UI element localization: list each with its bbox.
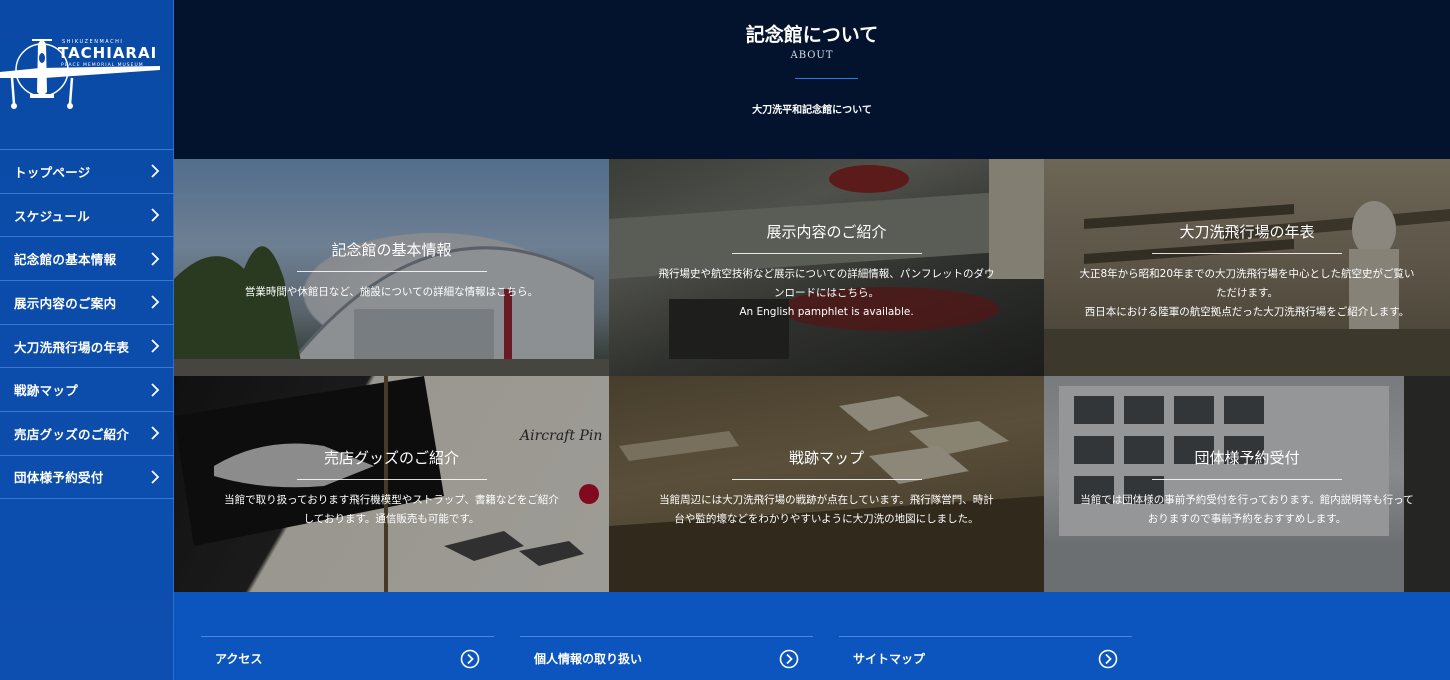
tile-text: 展示内容のご紹介 飛行場史や航空技術など展示についての詳細情報、パンフレットのダ… — [609, 221, 1044, 322]
chevron-right-icon — [151, 252, 160, 266]
tile-title: 団体様予約受付 — [1194, 449, 1300, 467]
tile-shop[interactable]: Aircraft Pin 売店グッズのご紹介 当館で取り扱っております飛行機模型… — [174, 376, 609, 592]
tile-description: 大正8年から昭和20年までの大刀洗飛行場を中心とした航空史がご覧い ただけます。… — [1079, 268, 1415, 318]
circle-arrow-right-icon — [1098, 649, 1118, 668]
circle-arrow-right-icon — [460, 649, 480, 668]
logo-name-text: TACHIARAI — [58, 44, 158, 62]
sidebar-item-label: 戦跡マップ — [14, 383, 79, 399]
tile-description: 営業時間や休館日など、施設についての詳細な情報はこちら。 — [244, 286, 539, 298]
footer-link-label: アクセス — [215, 652, 263, 666]
footer-link-label: 個人情報の取り扱い — [534, 652, 643, 666]
sidebar-item-label: 売店グッズのご紹介 — [14, 426, 130, 442]
tile-divider — [1152, 253, 1342, 254]
tile-description: 当館で取り扱っております飛行機模型やストラップ、書籍などをご紹介 しております。… — [224, 494, 559, 525]
footer-link-label: サイトマップ — [853, 652, 926, 666]
tile-exhibits[interactable]: 展示内容のご紹介 飛行場史や航空技術など展示についての詳細情報、パンフレットのダ… — [609, 159, 1044, 376]
sidebar-nav: トップページ スケジュール 記念館の基本情報 展示内容のご案内 大刀洗飛行場の年… — [0, 149, 174, 499]
tile-group-booking[interactable]: 団体様予約受付 当館では団体様の事前予約受付を行っております。館内説明等も行って… — [1044, 376, 1450, 592]
tile-title: 大刀洗飛行場の年表 — [1179, 223, 1315, 241]
museum-logo[interactable]: SHIKUZENMACHI TACHIARAI PEACE MEMORIAL M… — [0, 32, 174, 112]
tile-basic-info[interactable]: 記念館の基本情報 営業時間や休館日など、施設についての詳細な情報はこちら。 — [174, 159, 609, 376]
chevron-right-icon — [151, 383, 160, 397]
sidebar: SHIKUZENMACHI TACHIARAI PEACE MEMORIAL M… — [0, 0, 174, 680]
circle-arrow-right-icon — [779, 649, 799, 668]
tile-divider — [296, 479, 487, 480]
footer-link-privacy[interactable]: 個人情報の取り扱い — [520, 636, 813, 680]
tile-text: 大刀洗飛行場の年表 大正8年から昭和20年までの大刀洗飛行場を中心とした航空史が… — [1044, 221, 1450, 322]
chevron-right-icon — [151, 164, 160, 178]
sidebar-item-shop[interactable]: 売店グッズのご紹介 — [0, 411, 174, 455]
footer-link-sitemap[interactable]: サイトマップ — [839, 636, 1132, 680]
sidebar-item-exhibits[interactable]: 展示内容のご案内 — [0, 280, 174, 324]
feature-tiles: 記念館の基本情報 営業時間や休館日など、施設についての詳細な情報はこちら。 展示… — [174, 159, 1450, 592]
tile-title: 記念館の基本情報 — [331, 241, 452, 259]
tile-text: 記念館の基本情報 営業時間や休館日など、施設についての詳細な情報はこちら。 — [174, 239, 609, 302]
sidebar-item-label: 展示内容のご案内 — [14, 295, 117, 311]
tile-text: 団体様予約受付 当館では団体様の事前予約受付を行っております。館内説明等も行って… — [1044, 447, 1450, 529]
footer-link-access[interactable]: アクセス — [201, 636, 494, 680]
page-header: 記念館について ABOUT 大刀洗平和記念館について — [174, 0, 1450, 159]
tile-divider — [296, 271, 487, 272]
header-divider — [795, 78, 858, 79]
page-subtitle: ABOUT — [790, 50, 834, 61]
chevron-right-icon — [151, 470, 160, 484]
tile-description: 飛行場史や航空技術など展示についての詳細情報、パンフレットのダウ ンロードにはこ… — [658, 268, 995, 318]
chevron-right-icon — [151, 208, 160, 222]
tile-timeline[interactable]: 大刀洗飛行場の年表 大正8年から昭和20年までの大刀洗飛行場を中心とした航空史が… — [1044, 159, 1450, 376]
sidebar-item-label: スケジュール — [14, 208, 90, 224]
sidebar-item-label: 大刀洗飛行場の年表 — [14, 339, 130, 355]
tile-title: 売店グッズのご紹介 — [323, 449, 459, 467]
sidebar-item-basic-info[interactable]: 記念館の基本情報 — [0, 236, 174, 280]
sidebar-item-label: 記念館の基本情報 — [14, 252, 117, 268]
sidebar-item-timeline[interactable]: 大刀洗飛行場の年表 — [0, 323, 174, 368]
tile-war-map[interactable]: 戦跡マップ 当館周辺には大刀洗飛行場の戦跡が点在しています。飛行隊営門、時計 台… — [609, 376, 1044, 592]
footer-links: アクセス 個人情報の取り扱い サイトマップ — [174, 592, 1450, 680]
tile-title: 展示内容のご紹介 — [766, 223, 887, 241]
tile-title: 戦跡マップ — [788, 449, 864, 467]
logo-sub-text: PEACE MEMORIAL MUSEUM — [61, 63, 144, 68]
tile-description: 当館では団体様の事前予約受付を行っております。館内説明等も行って おりますので事… — [1080, 494, 1414, 525]
tile-text: 戦跡マップ 当館周辺には大刀洗飛行場の戦跡が点在しています。飛行隊営門、時計 台… — [609, 447, 1044, 529]
tile-divider — [731, 253, 922, 254]
sidebar-item-top[interactable]: トップページ — [0, 149, 174, 193]
tile-description: 当館周辺には大刀洗飛行場の戦跡が点在しています。飛行隊営門、時計 台や監的壕など… — [659, 494, 994, 525]
chevron-right-icon — [151, 295, 160, 310]
tile-text: 売店グッズのご紹介 当館で取り扱っております飛行機模型やストラップ、書籍などをご… — [174, 447, 609, 529]
sidebar-item-group-booking[interactable]: 団体様予約受付 — [0, 454, 174, 499]
sidebar-item-label: 団体様予約受付 — [14, 470, 104, 486]
chevron-right-icon — [151, 339, 160, 353]
page-title: 記念館について — [745, 24, 879, 46]
sidebar-item-schedule[interactable]: スケジュール — [0, 192, 174, 237]
chevron-right-icon — [151, 426, 160, 441]
sidebar-item-war-map[interactable]: 戦跡マップ — [0, 367, 174, 411]
tile-divider — [731, 479, 922, 480]
sidebar-item-label: トップページ — [14, 164, 91, 180]
page-description: 大刀洗平和記念館について — [752, 105, 872, 116]
tile-divider — [1152, 479, 1342, 480]
